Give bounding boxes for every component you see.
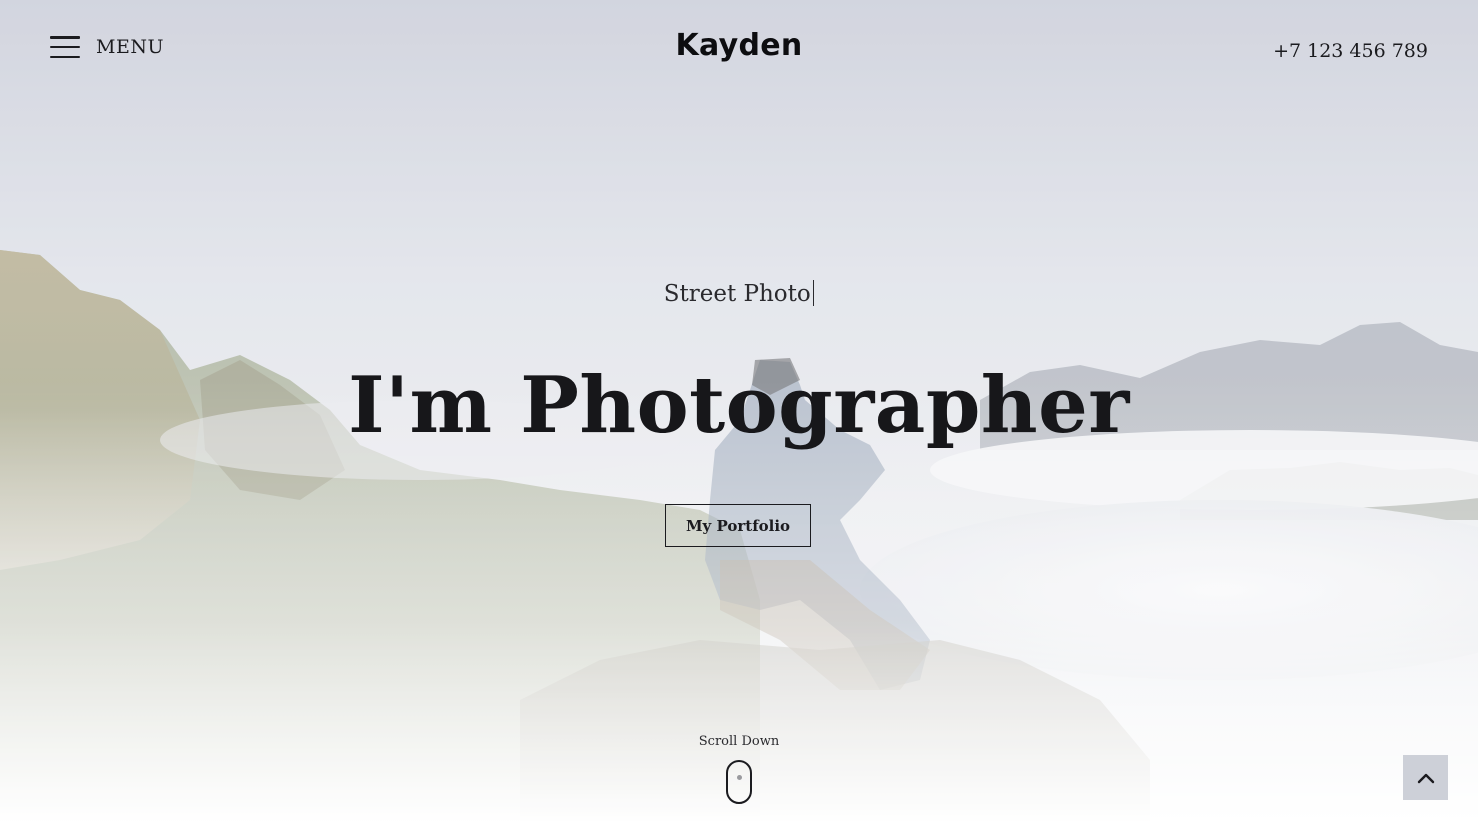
hero-section: MENU Kayden +7 123 456 789 Street Photo … (0, 0, 1478, 823)
hero-subtitle: Street Photo (0, 280, 1478, 307)
hero-headline: I'm Photographer (348, 360, 1130, 451)
typing-cursor (812, 280, 815, 306)
scroll-down-label: Scroll Down (698, 734, 780, 749)
scroll-down-link[interactable]: Scroll Down (0, 734, 1478, 804)
mouse-icon (726, 760, 752, 804)
typed-text: Street Photo (663, 281, 811, 307)
site-logo[interactable]: Kayden (0, 28, 1478, 63)
chevron-up-icon (1417, 773, 1434, 783)
mouse-wheel-dot (736, 775, 742, 780)
back-to-top-button[interactable] (1403, 755, 1448, 800)
my-portfolio-button[interactable]: My Portfolio (665, 504, 811, 547)
phone-link[interactable]: +7 123 456 789 (1273, 40, 1428, 62)
